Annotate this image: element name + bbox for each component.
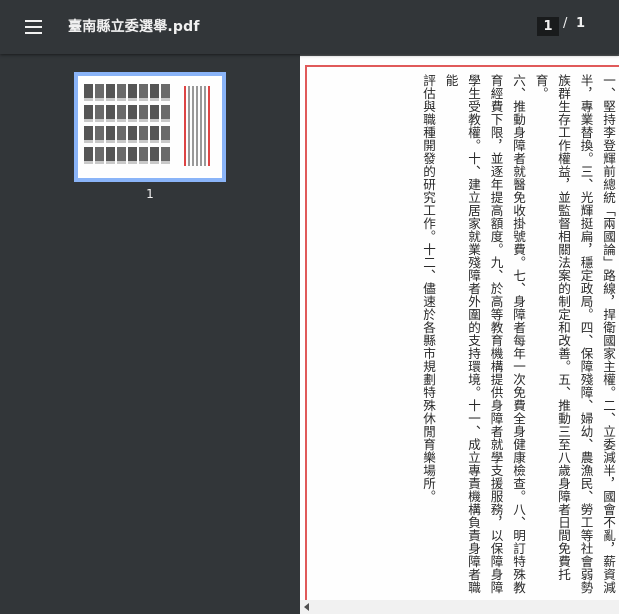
scroll-left-arrow-icon[interactable] — [304, 603, 309, 611]
thumbnail-sidebar: 1 — [0, 54, 300, 614]
horizontal-scrollbar[interactable] — [300, 600, 619, 614]
text-line: 族群生存工作權益，並監督相關法案的制定和改善。五、推動三至八歲身障者日間免費托育… — [533, 74, 572, 581]
page-thumbnail[interactable] — [74, 72, 226, 182]
thumbnail-page-number: 1 — [146, 187, 154, 201]
current-page-input[interactable]: 1 — [537, 17, 559, 36]
page-separator: / — [563, 16, 568, 31]
page-rule-left — [305, 65, 307, 600]
text-line: 學生受教權。十、建立居家就業殘障者外圍的支持環境。十一、成立專責機構負責身障者職… — [443, 74, 482, 594]
vertical-text-block: 一、堅持李登輝前總統「兩國論」路線，捍衛國家主權。二、立委減半，國會不亂，薪資減… — [359, 74, 619, 600]
document-viewer[interactable]: 一、堅持李登輝前總統「兩國論」路線，捍衛國家主權。二、立委減半，國會不亂，薪資減… — [300, 54, 619, 600]
pdf-page: 一、堅持李登輝前總統「兩國論」路線，捍衛國家主權。二、立委減半，國會不亂，薪資減… — [300, 56, 619, 600]
text-line: 育經費下限，並逐年提高額度。九、於高等教育機構提供身障者就學支援服務，以保障身障 — [488, 74, 504, 594]
hamburger-menu-icon[interactable] — [18, 14, 50, 40]
document-title: 臺南縣立委選舉.pdf — [68, 19, 200, 35]
text-line: 一、堅持李登輝前總統「兩國論」路線，捍衛國家主權。二、立委減半，國會不亂，薪資減 — [601, 74, 616, 594]
thumbnail-page-image — [80, 78, 220, 176]
text-line: 六、推動身障者就醫免收掛號費。七、身障者每年一次免費全身健康檢查。八、明訂特殊教 — [511, 74, 526, 594]
text-line: 評估與職種開發的研究工作。十二、儘速於各縣市規劃特殊休閒育樂場所。 — [421, 74, 436, 503]
total-pages: 1 — [576, 16, 586, 31]
pdf-toolbar: 臺南縣立委選舉.pdf 1 / 1 — [0, 0, 619, 54]
text-line: 半，專業替換。三、光輝挺扁，穩定政局。四、保障殘障、婦幼、農漁民、勞工等社會弱勢 — [578, 74, 594, 594]
page-rule-top — [305, 65, 619, 67]
